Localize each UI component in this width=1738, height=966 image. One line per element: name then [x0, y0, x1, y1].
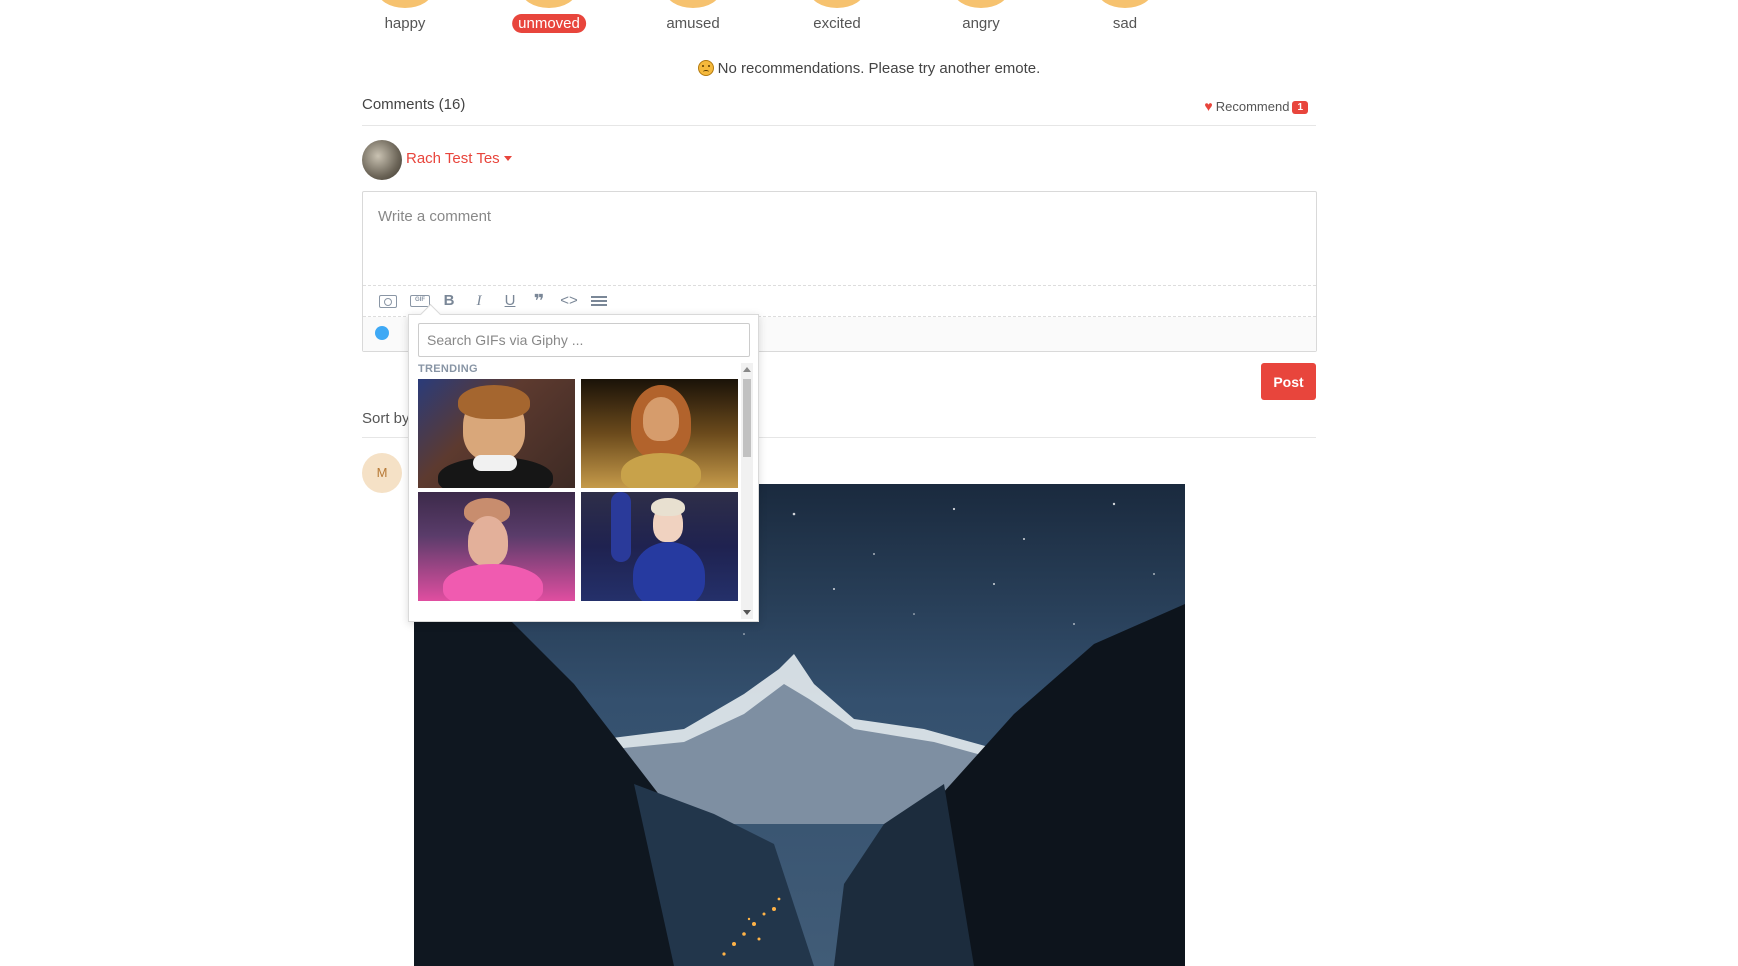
reaction-excited[interactable]: excited [792, 0, 882, 40]
trending-label: TRENDING [418, 363, 478, 375]
gif-thumbnail[interactable] [581, 492, 738, 601]
camera-icon [379, 294, 397, 308]
gif-scrollbar[interactable] [741, 363, 753, 619]
status-dot-icon [375, 326, 389, 340]
no-recommendations: No recommendations. Please try another e… [0, 60, 1738, 77]
reaction-label: sad [1112, 15, 1138, 32]
code-button[interactable]: <> [558, 292, 580, 310]
editor-toolbar: GIF B I U ❞ <> [363, 286, 1316, 317]
gif-grid [418, 379, 738, 619]
comments-title: Comments (16) [362, 96, 466, 113]
comment-author-avatar[interactable]: M [362, 453, 402, 493]
gif-thumbnail[interactable] [418, 379, 575, 488]
heart-icon: ♥ [1204, 98, 1213, 114]
list-icon [591, 295, 607, 307]
happy-face-icon [377, 0, 433, 8]
sad-face-icon [1097, 0, 1153, 8]
reactions-row: happy unmoved amused excited angry sad [360, 0, 1300, 40]
bold-button[interactable]: B [438, 292, 460, 310]
sad-face-icon [697, 60, 714, 76]
comment-input[interactable]: Write a comment [363, 192, 1316, 286]
italic-button[interactable]: I [468, 292, 490, 310]
gif-thumbnail[interactable] [581, 379, 738, 488]
excited-face-icon [809, 0, 865, 8]
reaction-label: angry [962, 15, 1000, 32]
reaction-label: unmoved [512, 14, 586, 33]
sort-label[interactable]: Sort by [362, 410, 410, 427]
reaction-unmoved[interactable]: unmoved [504, 0, 594, 40]
scroll-up-icon[interactable] [743, 367, 751, 372]
recommend-button[interactable]: ♥ Recommend 1 [1204, 98, 1308, 114]
image-upload-button[interactable] [377, 292, 399, 310]
recommend-count-badge: 1 [1292, 101, 1308, 114]
gif-thumbnail[interactable] [418, 492, 575, 601]
reaction-label: happy [384, 15, 426, 32]
gif-picker: TRENDING [408, 314, 759, 622]
amused-face-icon [665, 0, 721, 8]
gif-search-input[interactable] [418, 323, 750, 357]
scroll-thumb[interactable] [743, 379, 751, 457]
reaction-label: amused [666, 15, 720, 32]
post-button[interactable]: Post [1261, 363, 1316, 400]
underline-button[interactable]: U [499, 292, 521, 310]
comments-header: Comments (16) ♥ Recommend 1 [362, 96, 1316, 126]
list-button[interactable] [588, 292, 610, 310]
caret-down-icon [503, 156, 512, 161]
gif-icon: GIF [410, 295, 430, 308]
reaction-happy[interactable]: happy [360, 0, 450, 40]
scroll-down-icon[interactable] [743, 610, 751, 615]
reaction-sad[interactable]: sad [1080, 0, 1170, 40]
reaction-label: excited [813, 15, 861, 32]
reaction-angry[interactable]: angry [936, 0, 1026, 40]
no-recommendations-text: No recommendations. Please try another e… [717, 60, 1041, 77]
unmoved-face-icon [521, 0, 577, 8]
user-name: Rach Test Tes [406, 150, 500, 167]
recommend-label: Recommend [1215, 99, 1290, 114]
quote-button[interactable]: ❞ [528, 292, 550, 310]
avatar[interactable] [362, 140, 402, 180]
user-menu[interactable]: Rach Test Tes [406, 150, 512, 167]
angry-face-icon [953, 0, 1009, 8]
reaction-amused[interactable]: amused [648, 0, 738, 40]
